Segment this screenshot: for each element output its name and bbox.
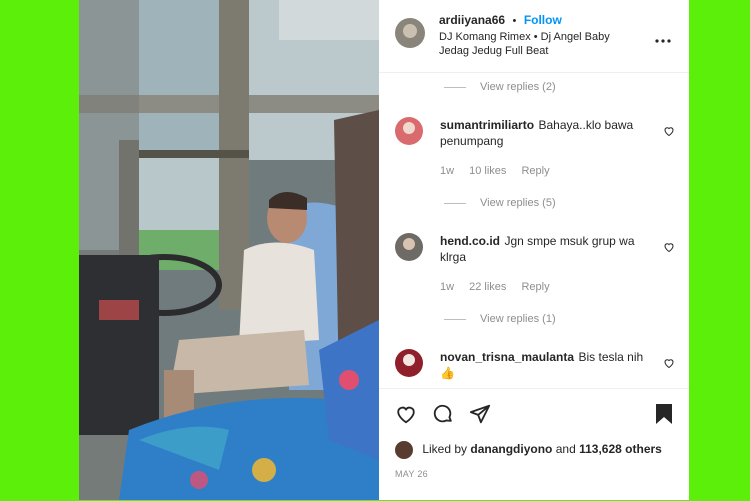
heart-icon[interactable] <box>395 403 417 425</box>
comment-heart-icon[interactable] <box>663 240 675 253</box>
comment-text-cont: klrga <box>440 250 467 264</box>
audio-line-2: Jedag Jedug Full Beat <box>439 45 549 57</box>
send-icon[interactable] <box>469 403 491 425</box>
post-header: ardiiyana66 • Follow DJ Komang Rimex • D… <box>379 0 689 73</box>
view-replies-button[interactable]: View replies (2) <box>444 81 556 93</box>
post-date: MAY 26 <box>395 469 428 479</box>
comment-heart-icon[interactable] <box>663 356 675 369</box>
view-replies-button[interactable]: View replies (5) <box>444 197 556 209</box>
comment-likes[interactable]: 22 likes <box>469 281 506 293</box>
follow-button[interactable]: Follow <box>524 13 562 27</box>
comments-panel: ardiiyana66 • Follow DJ Komang Rimex • D… <box>379 0 689 500</box>
commenter-avatar[interactable] <box>395 117 423 145</box>
view-replies-button[interactable]: View replies (1) <box>444 313 556 325</box>
comment-text: Bis tesla nih <box>578 350 644 364</box>
likes-count[interactable]: 113,628 others <box>579 442 662 456</box>
comment-time: 1w <box>440 281 455 293</box>
comment-heart-icon[interactable] <box>663 124 675 137</box>
comment-text: Bahaya..klo bawa <box>538 118 634 132</box>
reply-button[interactable]: Reply <box>521 165 549 177</box>
audio-info[interactable]: DJ Komang Rimex • Dj Angel Baby Jedag Je… <box>439 30 610 58</box>
author-avatar[interactable] <box>395 18 425 48</box>
separator-dot: • <box>512 15 517 27</box>
author-username[interactable]: ardiiyana66 <box>439 13 505 27</box>
liker-avatar[interactable] <box>395 441 413 459</box>
commenter-username[interactable]: novan_trisna_maulanta <box>440 350 574 364</box>
reply-line <box>444 318 466 320</box>
post-photo[interactable] <box>79 0 379 500</box>
likes-summary: Liked by danangdiyono and 113,628 others <box>395 441 662 459</box>
instagram-post: ardiiyana66 • Follow DJ Komang Rimex • D… <box>79 0 689 500</box>
commenter-avatar[interactable] <box>395 233 423 261</box>
comment-time: 1w <box>440 165 455 177</box>
post-actions: Liked by danangdiyono and 113,628 others… <box>379 388 689 501</box>
commenter-avatar[interactable] <box>395 349 423 377</box>
comment-meta: 1w 22 likes Reply <box>440 281 562 293</box>
comment-meta: 1w 10 likes Reply <box>440 165 562 177</box>
bus-driver-photo <box>79 0 379 500</box>
liked-by-user[interactable]: danangdiyono <box>470 442 552 456</box>
bookmark-icon[interactable] <box>655 403 673 425</box>
audio-line-1: DJ Komang Rimex • Dj Angel Baby <box>439 31 610 43</box>
view-replies-label: View replies (5) <box>480 197 556 209</box>
thumbs-up-emoji: 👍 <box>440 366 455 380</box>
comment-text: Jgn smpe msuk grup wa <box>504 234 635 248</box>
reply-line <box>444 202 466 204</box>
liked-by-mid: and <box>555 442 576 457</box>
comment-likes[interactable]: 10 likes <box>469 165 506 177</box>
commenter-username[interactable]: hend.co.id <box>440 234 500 248</box>
commenter-username[interactable]: sumantrimiliarto <box>440 118 534 132</box>
comment-icon[interactable] <box>432 403 454 425</box>
reply-line <box>444 86 466 88</box>
liked-by-prefix: Liked by <box>422 442 468 457</box>
view-replies-label: View replies (2) <box>480 81 556 93</box>
comment-text-cont: penumpang <box>440 134 504 148</box>
reply-button[interactable]: Reply <box>521 281 549 293</box>
view-replies-label: View replies (1) <box>480 313 556 325</box>
ellipsis-icon[interactable] <box>655 31 671 43</box>
